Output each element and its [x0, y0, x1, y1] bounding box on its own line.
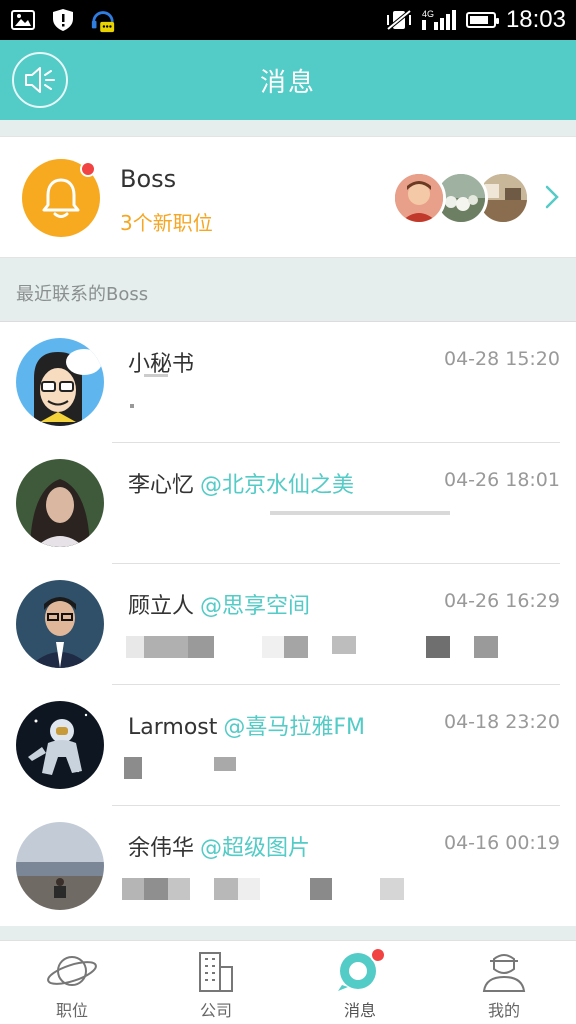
tab-messages[interactable]: 消息: [288, 941, 432, 1024]
chat-bubble-icon: [334, 947, 386, 993]
tab-label: 公司: [199, 1001, 232, 1020]
tab-companies[interactable]: 公司: [144, 941, 288, 1024]
message-list: 小秘书 04-28 15:20 李心忆 @北京水仙之美 04-26 18:01 顾…: [0, 322, 576, 926]
svg-text:4G: 4G: [422, 9, 434, 19]
avatar: [16, 822, 104, 910]
announcement-button[interactable]: [12, 52, 68, 108]
message-item[interactable]: 余伟华 @超级图片 04-16 00:19: [0, 806, 576, 927]
chevron-right-icon: [545, 185, 559, 209]
contact-name: 顾立人 @思享空间: [128, 594, 311, 619]
separator: [0, 120, 576, 136]
message-item[interactable]: 李心忆 @北京水仙之美 04-26 18:01: [0, 443, 576, 564]
message-item[interactable]: Larmost @喜马拉雅FM 04-18 23:20: [0, 685, 576, 806]
tab-label: 消息: [343, 1001, 376, 1020]
tab-label: 职位: [55, 1001, 88, 1020]
boss-card-title: Boss: [120, 165, 177, 193]
avatar: [16, 580, 104, 668]
message-preview: [122, 374, 522, 420]
speaker-icon: [25, 67, 55, 93]
tab-profile[interactable]: 我的: [432, 941, 576, 1024]
message-preview: [122, 878, 522, 904]
app-notification-icon: [90, 9, 116, 33]
vibrate-off-icon: [386, 9, 412, 31]
app-header: 消息: [0, 40, 576, 120]
bottom-tab-bar: 职位 公司 消息 我的: [0, 940, 576, 1024]
message-item[interactable]: 顾立人 @思享空间 04-26 16:29: [0, 564, 576, 685]
tab-jobs[interactable]: 职位: [0, 941, 144, 1024]
message-preview: [122, 636, 522, 662]
gallery-notification-icon: [10, 9, 36, 31]
message-time: 04-28 15:20: [443, 348, 560, 370]
boss-avatar: [392, 171, 446, 225]
planet-icon: [46, 949, 98, 993]
message-preview: [122, 757, 522, 783]
section-title: 最近联系的Boss: [16, 284, 149, 305]
avatar: [16, 338, 104, 426]
unread-badge: [370, 947, 386, 963]
battery-icon: [465, 12, 499, 28]
boss-card-subtitle: 3个新职位: [120, 211, 213, 235]
avatar: [16, 459, 104, 547]
shield-alert-icon: [50, 9, 76, 31]
boss-notifications-card[interactable]: Boss 3个新职位: [0, 136, 576, 258]
contact-name: 余伟华 @超级图片: [128, 836, 311, 861]
message-time: 04-26 18:01: [443, 469, 560, 491]
page-title: 消息: [259, 67, 316, 98]
contact-name: Larmost @喜马拉雅FM: [128, 715, 366, 740]
boss-avatar-stack: [392, 171, 532, 227]
message-item[interactable]: 小秘书 04-28 15:20: [0, 322, 576, 443]
tab-label: 我的: [487, 1001, 520, 1020]
message-preview: [122, 511, 522, 541]
contact-name: 李心忆 @北京水仙之美: [128, 473, 355, 498]
message-time: 04-16 00:19: [443, 832, 560, 854]
status-bar: 4G 18:03: [0, 0, 576, 40]
message-time: 04-18 23:20: [443, 711, 560, 733]
avatar: [16, 701, 104, 789]
building-icon: [190, 949, 242, 993]
signal-icon: 4G: [421, 9, 456, 31]
status-time: 18:03: [505, 6, 566, 33]
unread-badge: [80, 161, 96, 177]
section-header: 最近联系的Boss: [0, 258, 576, 322]
separator: [0, 926, 576, 940]
user-icon: [478, 949, 530, 993]
message-time: 04-26 16:29: [443, 590, 560, 612]
